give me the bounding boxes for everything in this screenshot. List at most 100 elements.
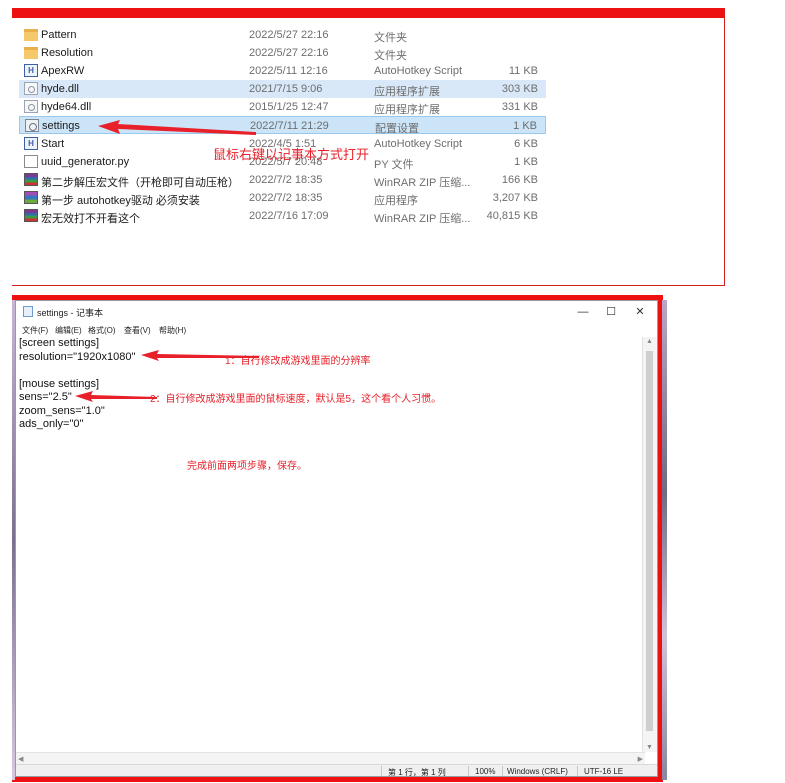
file-size: 1 KB [513, 120, 537, 132]
file-row[interactable]: Resolution 2022/5/27 22:16 文件夹 [19, 44, 546, 62]
file-type: PY 文件 [374, 159, 414, 171]
file-type: 应用程序扩展 [374, 104, 440, 116]
menu-view[interactable]: 查看(V) [124, 325, 151, 336]
file-row[interactable]: 第二步解压宏文件（开枪即可自动压枪） 2022/7/2 18:35 WinRAR… [19, 171, 546, 189]
scroll-right-arrow-icon[interactable]: ▶ [638, 755, 643, 763]
status-divider [577, 766, 578, 776]
title-bar[interactable]: settings - 记事本 — ☐ ✕ [16, 301, 657, 323]
file-size: 331 KB [501, 101, 538, 113]
annotation-open-with-notepad: 鼠标右键以记事本方式打开 [213, 147, 370, 162]
folder-icon [24, 47, 38, 59]
status-bar: 第 1 行，第 1 列 100% Windows (CRLF) UTF-16 L… [16, 764, 657, 777]
status-encoding: UTF-16 LE [584, 767, 624, 776]
status-divider [502, 766, 503, 776]
winrar-archive-icon [24, 209, 38, 222]
file-row[interactable]: hyde64.dll 2015/1/25 12:47 应用程序扩展 331 KB [19, 98, 546, 116]
menu-file[interactable]: 文件(F) [22, 325, 48, 336]
folder-icon [24, 29, 38, 41]
status-divider [468, 766, 469, 776]
file-date: 2022/7/11 21:29 [250, 120, 329, 132]
file-date: 2022/7/16 17:09 [249, 210, 329, 222]
file-row[interactable]: 第一步 autohotkey驱动 必须安装 2022/7/2 18:35 应用程… [19, 189, 546, 207]
file-name: 宏无效打不开看这个 [41, 213, 140, 225]
file-name: 第二步解压宏文件（开枪即可自动压枪） [41, 177, 239, 189]
maximize-button[interactable]: ☐ [597, 304, 625, 320]
text-line: [mouse settings] [19, 377, 100, 390]
file-name: 第一步 autohotkey驱动 必须安装 [41, 195, 200, 207]
dll-icon [24, 100, 38, 113]
text-line: ads_only="0" [19, 418, 84, 430]
file-type: 应用程序扩展 [374, 86, 440, 98]
file-date: 2022/5/27 22:16 [249, 47, 329, 59]
settings-file-icon [25, 119, 39, 132]
file-name: settings [42, 120, 80, 132]
ahk-script-icon: H [24, 137, 38, 150]
status-line-ending: Windows (CRLF) [507, 767, 568, 776]
text-line: [screen settings] [19, 337, 100, 349]
annotation-mouse-speed: 2：自行修改成游戏里面的鼠标速度，默认是5，这个看个人习惯。 [150, 394, 442, 405]
file-row[interactable]: H ApexRW 2022/5/11 12:16 AutoHotkey Scri… [19, 62, 546, 80]
file-name: hyde.dll [41, 83, 79, 95]
vertical-scrollbar[interactable]: ▲ ▼ [642, 337, 657, 752]
file-date: 2021/7/15 9:06 [249, 83, 323, 95]
file-row[interactable]: hyde.dll 2021/7/15 9:06 应用程序扩展 303 KB [19, 80, 546, 98]
file-size: 3,207 KB [492, 192, 538, 204]
text-line: resolution="1920x1080" [19, 350, 136, 363]
menu-bar: 文件(F) 编辑(E) 格式(O) 查看(V) 帮助(H) [16, 323, 657, 337]
file-name: Pattern [41, 29, 77, 41]
file-name: Resolution [41, 47, 93, 59]
file-size: 11 KB [508, 65, 538, 77]
file-row[interactable]: 宏无效打不开看这个 2022/7/16 17:09 WinRAR ZIP 压缩.… [19, 207, 546, 225]
scroll-down-arrow-icon[interactable]: ▼ [646, 744, 653, 751]
file-name: Start [41, 138, 65, 150]
file-date: 2015/1/25 12:47 [249, 101, 329, 113]
scrollbar-thumb[interactable] [646, 351, 653, 731]
file-size: 6 KB [514, 138, 538, 150]
menu-help[interactable]: 帮助(H) [159, 325, 186, 336]
minimize-button[interactable]: — [569, 304, 597, 320]
file-name: hyde64.dll [41, 101, 92, 113]
menu-format[interactable]: 格式(O) [88, 325, 116, 336]
annotation-save: 完成前面两项步骤，保存。 [187, 461, 307, 472]
file-type: 文件夹 [374, 50, 407, 62]
scroll-left-arrow-icon[interactable]: ◀ [18, 755, 23, 763]
ahk-script-icon: H [24, 64, 38, 77]
file-date: 2022/7/2 18:35 [249, 174, 323, 186]
annotation-arrow [75, 391, 157, 402]
file-type: AutoHotkey Script [374, 65, 463, 77]
python-file-icon [24, 155, 38, 168]
annotation-arrow [98, 120, 256, 135]
text-editor-area[interactable]: [screen settings] resolution="1920x1080"… [19, 337, 639, 752]
file-type: 配置设置 [375, 123, 419, 135]
close-button[interactable]: ✕ [626, 304, 654, 320]
text-line: sens="2.5" [19, 391, 72, 403]
text-line: zoom_sens="1.0" [19, 404, 105, 417]
file-row[interactable]: Pattern 2022/5/27 22:16 文件夹 [19, 26, 546, 44]
file-name: ApexRW [41, 65, 85, 77]
file-date: 2022/5/11 12:16 [249, 65, 328, 77]
file-date: 2022/5/27 22:16 [249, 29, 329, 41]
file-explorer-panel: Pattern 2022/5/27 22:16 文件夹 Resolution 2… [12, 8, 725, 286]
status-cursor-position: 第 1 行，第 1 列 [388, 768, 446, 777]
file-type: 应用程序 [374, 195, 418, 207]
file-type: 文件夹 [374, 32, 407, 44]
file-name: uuid_generator.py [41, 156, 130, 168]
annotation-resolution: 1：自行修改成游戏里面的分辨率 [225, 356, 371, 367]
file-date: 2022/7/2 18:35 [249, 192, 323, 204]
scroll-up-arrow-icon[interactable]: ▲ [646, 338, 653, 345]
file-size: 166 KB [501, 174, 538, 186]
notepad-window: settings - 记事本 — ☐ ✕ 文件(F) 编辑(E) 格式(O) 查… [15, 300, 658, 777]
red-highlight-bar [12, 8, 724, 18]
status-divider [381, 766, 382, 776]
status-zoom: 100% [475, 767, 496, 776]
file-size: 1 KB [514, 156, 538, 168]
file-type: WinRAR ZIP 压缩... [374, 177, 471, 189]
file-size: 40,815 KB [486, 210, 538, 222]
menu-edit[interactable]: 编辑(E) [55, 325, 82, 336]
winrar-archive-icon [24, 173, 38, 186]
dll-icon [24, 82, 38, 95]
installer-icon [24, 191, 38, 204]
file-type: AutoHotkey Script [374, 138, 463, 150]
notepad-icon [23, 306, 33, 317]
file-type: WinRAR ZIP 压缩... [374, 213, 471, 225]
